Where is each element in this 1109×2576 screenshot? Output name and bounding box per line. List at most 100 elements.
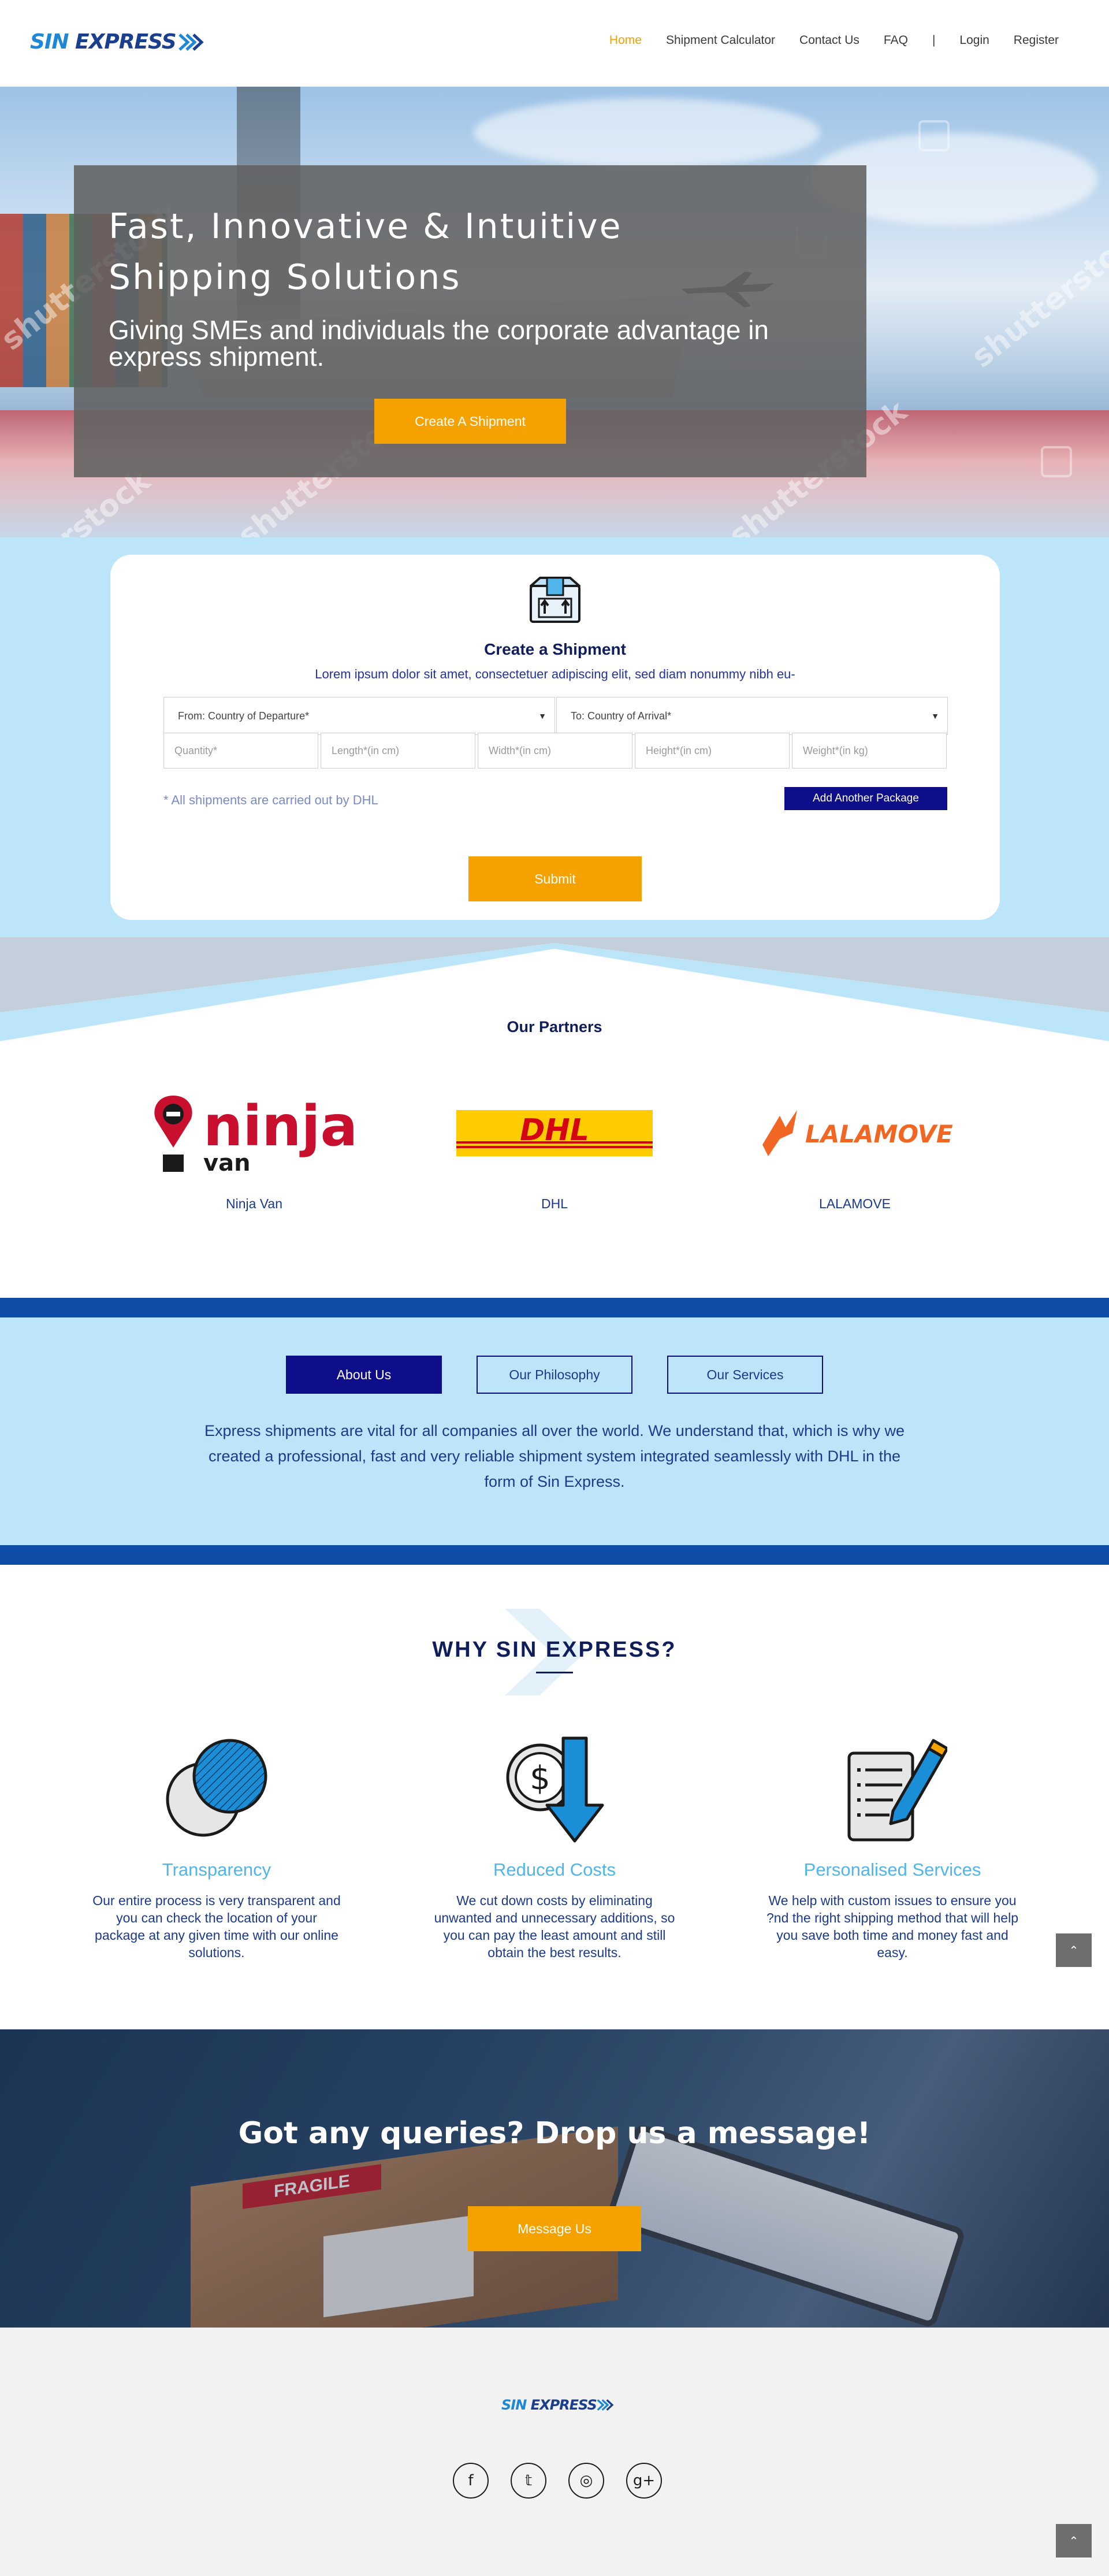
to-country-select[interactable]: To: Country of Arrival* ▼	[556, 697, 948, 735]
to-country-select-value: To: Country of Arrival*	[571, 710, 672, 722]
dhl-logo: DHL	[445, 1090, 664, 1176]
feature-personalised-services: Personalised Services We help with custo…	[760, 1736, 1025, 1961]
footer-logo-wordmark: SIN EXPRESS	[501, 2397, 597, 2413]
weight-input[interactable]	[792, 733, 947, 769]
hero-section: shutterstock shutterstock shutterstock s…	[0, 87, 1109, 537]
overlapping-circles-icon	[84, 1736, 349, 1843]
message-title: Got any queries? Drop us a message!	[238, 2116, 871, 2151]
create-shipment-button[interactable]: Create A Shipment	[374, 399, 566, 444]
hero-watermark: shutterstock	[965, 214, 1109, 375]
submit-button[interactable]: Submit	[468, 856, 642, 901]
partners-section: Our Partners ninja van Ninja Van DHL DHL	[0, 937, 1109, 1298]
dropdown-arrow-icon: ▼	[538, 711, 546, 721]
nav-faq[interactable]: FAQ	[884, 34, 908, 47]
partner-name: DHL	[541, 1196, 568, 1211]
watermark-icon	[1041, 446, 1072, 477]
feature-title: Reduced Costs	[493, 1859, 616, 1880]
message-overlay	[0, 2029, 1109, 2328]
about-top-bar	[0, 1298, 1109, 1317]
nav-contact-us[interactable]: Contact Us	[799, 34, 859, 47]
feature-text: We cut down costs by eliminating unwante…	[434, 1893, 675, 1960]
quantity-input[interactable]	[163, 733, 318, 769]
partner-dhl[interactable]: DHL DHL	[445, 1090, 664, 1212]
document-pencil-icon	[760, 1736, 1025, 1843]
tab-about-us[interactable]: About Us	[286, 1356, 442, 1394]
length-input[interactable]	[321, 733, 475, 769]
tab-our-philosophy[interactable]: Our Philosophy	[477, 1356, 632, 1394]
ninja-van-logo-graphic: ninja van	[154, 1094, 358, 1176]
nav-separator: |	[932, 34, 936, 47]
message-us-button[interactable]: Message Us	[468, 2206, 641, 2251]
footer-logo-chevrons-icon	[597, 2399, 614, 2411]
social-links: f 𝕥 ◎ g+	[453, 2463, 662, 2499]
logo-text-express: EXPRESS	[75, 30, 177, 54]
twitter-icon[interactable]: 𝕥	[511, 2463, 546, 2499]
lalamove-logo-graphic: LALAMOVE	[762, 1110, 953, 1156]
footer-logo-text-sin: SIN	[501, 2397, 527, 2413]
feature-transparency: Transparency Our entire process is very …	[84, 1736, 349, 1961]
from-country-select-value: From: Country of Departure*	[178, 710, 310, 722]
ninja-logo-word: ninja	[203, 1094, 358, 1159]
ninja-logo-sub: van	[203, 1150, 251, 1176]
tab-our-services[interactable]: Our Services	[667, 1356, 823, 1394]
about-bottom-bar	[0, 1545, 1109, 1565]
watermark-icon	[918, 120, 950, 151]
about-section: About Us Our Philosophy Our Services Exp…	[0, 1298, 1109, 1565]
shipment-section: Create a Shipment Lorem ipsum dolor sit …	[0, 537, 1109, 937]
nav-login[interactable]: Login	[959, 34, 989, 47]
instagram-icon[interactable]: ◎	[568, 2463, 604, 2499]
package-box-icon	[530, 577, 580, 623]
site-header: SIN EXPRESS Home Shipment Calculator Con…	[0, 0, 1095, 87]
hero-title: Fast, Innovative & Intuitive Shipping So…	[109, 201, 623, 303]
site-logo[interactable]: SIN EXPRESS	[30, 30, 204, 54]
partner-ninja-van[interactable]: ninja van Ninja Van	[144, 1090, 364, 1212]
site-footer: SIN EXPRESS f 𝕥 ◎ g+ ⌃	[0, 2328, 1109, 2576]
about-text: Express shipments are vital for all comp…	[204, 1422, 905, 1490]
nav-home[interactable]: Home	[609, 34, 642, 47]
logo-wordmark: SIN EXPRESS	[30, 30, 177, 54]
feature-text: Our entire process is very transparent a…	[92, 1893, 341, 1960]
main-nav: Home Shipment Calculator Contact Us FAQ …	[585, 34, 1059, 47]
footer-logo[interactable]: SIN EXPRESS	[501, 2397, 614, 2413]
dollar-down-arrow-icon: $	[422, 1736, 687, 1843]
logo-chevrons-icon	[178, 33, 204, 51]
lalamove-logo: LALAMOVE	[745, 1090, 965, 1176]
shipment-form-title: Create a Shipment	[484, 640, 626, 658]
hero-bg-cloud	[474, 98, 820, 168]
hero-overlay-box: Fast, Innovative & Intuitive Shipping So…	[74, 165, 866, 477]
from-country-select[interactable]: From: Country of Departure* ▼	[163, 697, 555, 735]
height-input[interactable]	[635, 733, 790, 769]
lalamove-logo-word: LALAMOVE	[805, 1120, 953, 1148]
why-title-underline	[536, 1672, 573, 1673]
feature-reduced-costs: $ Reduced Costs We cut down costs by eli…	[422, 1736, 687, 1961]
feature-text: We help with custom issues to ensure you…	[766, 1893, 1018, 1960]
shipment-form-card: Create a Shipment Lorem ipsum dolor sit …	[110, 555, 1000, 920]
feature-title: Transparency	[162, 1859, 271, 1880]
dhl-logo-word: DHL	[520, 1113, 589, 1148]
hero-subtitle: Giving SMEs and individuals the corporat…	[109, 315, 769, 372]
partner-lalamove[interactable]: LALAMOVE LALAMOVE	[745, 1090, 965, 1212]
hero-title-line1: Fast, Innovative & Intuitive	[109, 206, 623, 247]
width-input[interactable]	[478, 733, 632, 769]
partner-name: Ninja Van	[225, 1196, 283, 1211]
partner-name: LALAMOVE	[819, 1196, 891, 1211]
feature-title: Personalised Services	[803, 1859, 981, 1880]
google-plus-icon[interactable]: g+	[626, 2463, 662, 2499]
nav-shipment-calculator[interactable]: Shipment Calculator	[666, 34, 775, 47]
dropdown-arrow-icon: ▼	[931, 711, 939, 721]
hero-title-line2: Shipping Solutions	[109, 257, 462, 298]
why-title: WHY SIN EXPRESS?	[432, 1638, 677, 1662]
facebook-icon[interactable]: f	[453, 2463, 489, 2499]
partners-title: Our Partners	[507, 1018, 602, 1035]
dhl-logo-graphic: DHL	[456, 1110, 653, 1156]
footer-logo-text-express: EXPRESS	[530, 2397, 597, 2413]
shipment-form-description: Lorem ipsum dolor sit amet, consectetuer…	[315, 667, 795, 681]
ninja-van-logo: ninja van	[144, 1090, 364, 1176]
dhl-note: * All shipments are carried out by DHL	[163, 793, 378, 807]
add-another-package-button[interactable]: Add Another Package	[784, 787, 947, 810]
message-section: FRAGILE Got any queries? Drop us a messa…	[0, 2029, 1109, 2328]
scroll-to-top-button[interactable]: ⌃	[1056, 2524, 1092, 2558]
nav-register[interactable]: Register	[1014, 34, 1059, 47]
logo-text-sin: SIN	[30, 30, 69, 54]
scroll-to-top-button[interactable]: ⌃	[1056, 1933, 1092, 1967]
